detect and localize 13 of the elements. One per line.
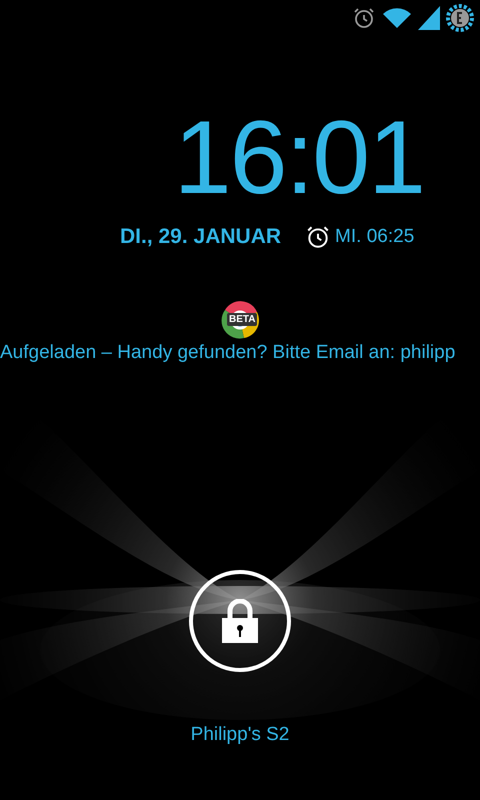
device-name: Philipp's S2: [190, 724, 290, 746]
padlock-icon: [221, 599, 259, 643]
unlock-button[interactable]: [189, 570, 291, 672]
beta-badge: BETA: [227, 313, 258, 326]
gear-icon: [446, 4, 474, 32]
alarm-icon: [352, 6, 376, 30]
wifi-icon: [382, 6, 412, 30]
date-text: DI., 29. JANUAR: [120, 225, 282, 249]
signal-icon: [418, 6, 440, 30]
owner-info-text: Aufgeladen – Handy gefunden? Bitte Email an: philipp: [0, 342, 456, 364]
alarm-time: MI. 06:25: [335, 226, 414, 248]
clock-time: 16:01: [174, 106, 424, 210]
alarm-icon: [305, 224, 332, 250]
